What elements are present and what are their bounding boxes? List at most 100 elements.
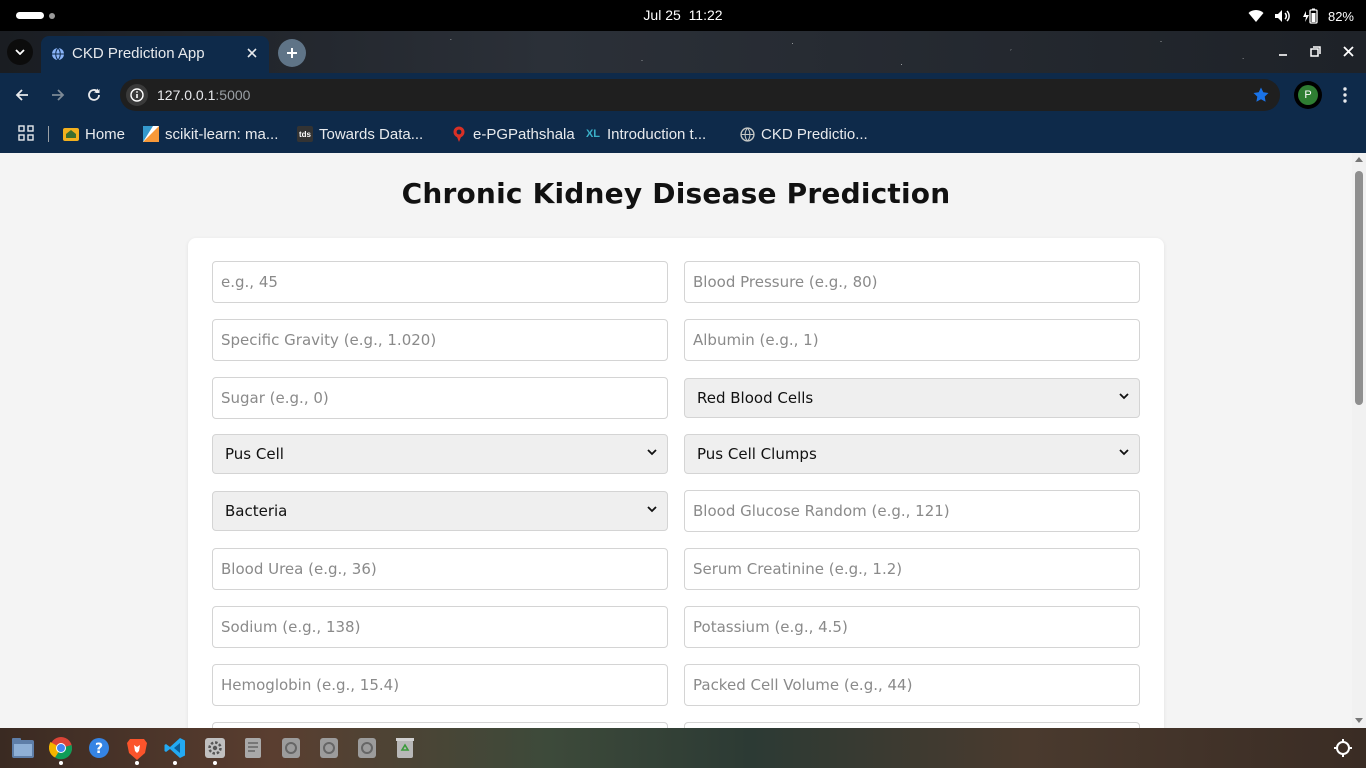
- chevron-down-icon: [647, 506, 657, 513]
- minimize-button[interactable]: [1274, 42, 1292, 60]
- browser-tab-strip: CKD Prediction App: [0, 31, 1366, 73]
- bookmark-ckd-prediction[interactable]: CKD Predictio...: [739, 123, 868, 145]
- scrollbar-thumb[interactable]: [1355, 171, 1363, 405]
- sodium-input[interactable]: [212, 606, 668, 648]
- bacteria-select[interactable]: Bacteria: [212, 491, 668, 531]
- bookmark-epgpathshala[interactable]: e-PGPathshala: [451, 123, 575, 145]
- chevron-down-icon: [1119, 449, 1129, 456]
- taskbar-dock: ?: [0, 728, 1366, 768]
- tab-search-button[interactable]: [7, 39, 33, 65]
- arrow-left-icon: [15, 89, 28, 101]
- system-tray[interactable]: 82%: [1248, 6, 1354, 26]
- close-icon: [1342, 45, 1354, 57]
- url-text[interactable]: 127.0.0.1:5000: [157, 87, 250, 103]
- bookmark-label: Home: [85, 125, 126, 143]
- hemoglobin-input[interactable]: [212, 664, 668, 706]
- profile-avatar: P: [1298, 85, 1318, 105]
- apps-grid-icon: [18, 125, 34, 141]
- select-value: Bacteria: [225, 502, 288, 520]
- page-scrollbar[interactable]: [1352, 153, 1366, 728]
- bookmarks-separator: [48, 126, 49, 142]
- system-clock[interactable]: Jul 25 11:22: [0, 7, 1366, 23]
- bookmarks-bar: Home scikit-learn: ma... tds Towards Dat…: [0, 116, 1366, 153]
- reload-button[interactable]: [82, 83, 106, 107]
- globe-icon: [739, 126, 755, 142]
- maximize-button[interactable]: [1306, 42, 1324, 60]
- svg-text:?: ?: [95, 741, 103, 757]
- chevron-down-icon: [1119, 393, 1129, 400]
- trash-icon[interactable]: [393, 736, 417, 760]
- packed-cell-volume-input[interactable]: [684, 664, 1140, 706]
- red-blood-cells-select[interactable]: Red Blood Cells: [684, 378, 1140, 418]
- document-app-icon[interactable]: [241, 736, 265, 760]
- bookmark-towards-data[interactable]: tds Towards Data...: [297, 123, 423, 145]
- address-bar[interactable]: 127.0.0.1:5000: [120, 79, 1280, 111]
- disk-app-icon[interactable]: [355, 736, 379, 760]
- apps-button[interactable]: [18, 125, 34, 145]
- browser-tab-active[interactable]: CKD Prediction App: [41, 36, 269, 73]
- xl-icon: XL: [585, 128, 601, 140]
- bookmark-home[interactable]: Home: [63, 123, 125, 145]
- pus-cell-select[interactable]: Pus Cell: [212, 434, 668, 474]
- scroll-up-arrow[interactable]: [1355, 157, 1363, 162]
- blood-urea-input[interactable]: [212, 548, 668, 590]
- system-top-bar: Jul 25 11:22 82%: [0, 0, 1366, 31]
- battery-percent: 82%: [1327, 8, 1354, 24]
- clock-time: 11:22: [688, 7, 723, 23]
- specific-gravity-input[interactable]: [212, 319, 668, 361]
- settings-app-icon[interactable]: [203, 736, 227, 760]
- bookmark-label: CKD Predictio...: [761, 125, 868, 143]
- profile-button[interactable]: P: [1294, 81, 1322, 109]
- chevron-down-icon: [15, 49, 25, 55]
- show-apps-icon[interactable]: [1331, 736, 1355, 760]
- albumin-input[interactable]: [684, 319, 1140, 361]
- tds-icon: tds: [297, 126, 313, 142]
- chrome-app-icon[interactable]: [49, 736, 73, 760]
- forward-button[interactable]: [46, 83, 70, 107]
- bookmark-label: Towards Data...: [319, 125, 424, 143]
- page-viewport: Chronic Kidney Disease Prediction Red Bl…: [0, 153, 1352, 728]
- scroll-down-arrow[interactable]: [1355, 718, 1363, 723]
- running-indicator: [173, 761, 177, 765]
- age-input[interactable]: [212, 261, 668, 303]
- brave-app-icon[interactable]: [125, 736, 149, 760]
- epg-icon: [451, 126, 467, 142]
- running-indicator: [135, 761, 139, 765]
- disk-app-icon[interactable]: [279, 736, 303, 760]
- browser-toolbar: 127.0.0.1:5000 P: [0, 73, 1366, 116]
- files-app-icon[interactable]: [11, 736, 35, 760]
- blood-pressure-input[interactable]: [684, 261, 1140, 303]
- serum-creatinine-input[interactable]: [684, 548, 1140, 590]
- disk-app-icon[interactable]: [317, 736, 341, 760]
- pus-cell-clumps-select[interactable]: Pus Cell Clumps: [684, 434, 1140, 474]
- blood-glucose-random-input[interactable]: [684, 490, 1140, 532]
- bookmark-star-button[interactable]: [1252, 86, 1270, 109]
- globe-icon: [52, 47, 64, 61]
- sugar-input[interactable]: [212, 377, 668, 419]
- help-app-icon[interactable]: ?: [87, 736, 111, 760]
- bookmark-scikit-learn[interactable]: scikit-learn: ma...: [143, 123, 278, 145]
- bookmark-label: Introduction t...: [607, 125, 707, 143]
- chevron-down-icon: [647, 449, 657, 456]
- new-tab-button[interactable]: [278, 39, 306, 67]
- tab-close-button[interactable]: [243, 44, 261, 62]
- back-button[interactable]: [10, 83, 34, 107]
- home-folder-icon: [63, 126, 79, 142]
- browser-menu-button[interactable]: [1333, 83, 1357, 107]
- select-value: Pus Cell: [225, 445, 284, 463]
- select-value: Pus Cell Clumps: [697, 445, 817, 463]
- potassium-input[interactable]: [684, 606, 1140, 648]
- site-info-button[interactable]: [126, 84, 148, 106]
- wifi-icon: [1248, 9, 1264, 23]
- vscode-app-icon[interactable]: [163, 736, 187, 760]
- close-window-button[interactable]: [1339, 42, 1357, 60]
- bookmark-introduction[interactable]: XL Introduction t...: [585, 123, 706, 145]
- clock-date: Jul 25: [643, 7, 681, 23]
- page-title: Chronic Kidney Disease Prediction: [401, 177, 951, 210]
- restore-icon: [1309, 45, 1321, 57]
- reload-icon: [88, 88, 100, 101]
- star-icon: [1253, 87, 1269, 102]
- prediction-form-card: Red Blood Cells Pus Cell Pus Cell Clumps…: [188, 238, 1164, 728]
- plus-icon: [287, 48, 297, 58]
- minimize-icon: [1279, 54, 1287, 56]
